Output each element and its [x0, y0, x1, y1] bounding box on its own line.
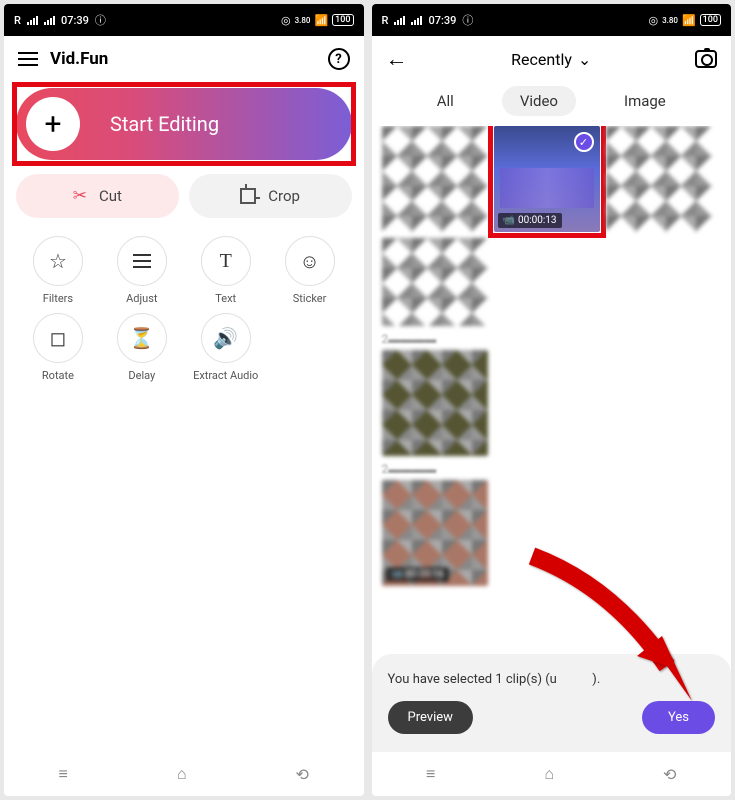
rotate-icon: ◻ — [33, 313, 83, 363]
video-thumb[interactable] — [382, 238, 488, 326]
plus-icon: + — [26, 97, 80, 151]
camera-icon[interactable] — [695, 50, 717, 68]
text-icon: T — [201, 236, 251, 286]
status-bar: R 07:39 ⓘ ◎3.80📶 100 — [372, 4, 732, 36]
smile-icon: ☺ — [285, 236, 335, 286]
speaker-icon: 🔊 — [201, 313, 251, 363]
text-tool[interactable]: T Text — [186, 236, 266, 305]
extract-audio-tool[interactable]: 🔊 Extract Audio — [186, 313, 266, 382]
rotate-tool[interactable]: ◻ Rotate — [18, 313, 98, 382]
yes-button[interactable]: Yes — [642, 701, 715, 734]
cut-button[interactable]: ✂ Cut — [16, 174, 179, 218]
star-icon: ☆ — [33, 236, 83, 286]
status-time: 07:39 — [61, 14, 89, 27]
selection-sheet: You have selected 1 clip(s) (u ). Previe… — [372, 654, 732, 752]
phone-left: R 07:39 ⓘ ◎3.80📶 100 Vid.Fun ? + Start E… — [4, 4, 364, 796]
crop-icon — [240, 188, 256, 204]
filters-tool[interactable]: ☆ Filters — [18, 236, 98, 305]
preview-button[interactable]: Preview — [388, 701, 473, 734]
video-thumb[interactable] — [382, 350, 488, 456]
chevron-down-icon: ⌄ — [578, 50, 591, 69]
crop-label: Crop — [268, 187, 300, 205]
scissor-icon: ✂ — [73, 186, 87, 206]
tool-grid: ☆ Filters Adjust T Text ☺ Sticker ◻ Rota… — [4, 218, 364, 400]
android-nav: ≡ ⌂ ⟲ — [372, 752, 732, 796]
phone-right: R 07:39 ⓘ ◎3.80📶 100 ← Recently ⌄ All Vi… — [372, 4, 732, 796]
back-arrow-icon[interactable]: ← — [386, 46, 408, 72]
date-label: 2▬▬▬▬ — [382, 462, 722, 476]
app-title: Vid.Fun — [50, 49, 316, 69]
cut-label: Cut — [99, 187, 122, 205]
sticker-tool[interactable]: ☺ Sticker — [270, 236, 350, 305]
tab-video[interactable]: Video — [502, 86, 576, 116]
tab-image[interactable]: Image — [606, 86, 684, 116]
quick-actions: ✂ Cut Crop — [4, 174, 364, 218]
crop-button[interactable]: Crop — [189, 174, 352, 218]
help-icon[interactable]: ? — [328, 48, 350, 70]
adjust-tool[interactable]: Adjust — [102, 236, 182, 305]
back-icon[interactable]: ⟲ — [296, 765, 309, 784]
folder-label: Recently — [511, 50, 572, 69]
recent-icon[interactable]: ≡ — [426, 764, 435, 784]
adjust-icon — [117, 236, 167, 286]
status-bar: R 07:39 ⓘ ◎3.80📶 100 — [4, 4, 364, 36]
android-nav: ≡ ⌂ ⟲ — [4, 752, 364, 796]
start-editing-label: Start Editing — [110, 112, 219, 136]
home-icon[interactable]: ⌂ — [544, 764, 554, 784]
battery-icon: 100 — [332, 14, 353, 26]
video-thumb[interactable] — [606, 126, 712, 232]
start-editing-wrapper: + Start Editing — [16, 88, 352, 160]
check-icon: ✓ — [574, 132, 594, 152]
media-tabs: All Video Image — [372, 82, 732, 126]
menu-icon[interactable] — [18, 52, 38, 66]
hourglass-icon: ⏳ — [117, 313, 167, 363]
video-thumb-selected[interactable]: ✓ 📹 00:00:13 — [494, 126, 600, 232]
video-thumb[interactable]: 📹 00:00:16 — [382, 480, 488, 586]
duration-badge: 📹 00:00:13 — [498, 213, 562, 228]
back-icon[interactable]: ⟲ — [663, 765, 676, 784]
delay-tool[interactable]: ⏳ Delay — [102, 313, 182, 382]
picker-header: ← Recently ⌄ — [372, 36, 732, 82]
app-header: Vid.Fun ? — [4, 36, 364, 82]
tab-all[interactable]: All — [419, 86, 472, 116]
start-editing-button[interactable]: + Start Editing — [16, 88, 352, 160]
recent-icon[interactable]: ≡ — [59, 764, 68, 784]
home-icon[interactable]: ⌂ — [177, 764, 187, 784]
date-label: 2▬▬▬▬ — [382, 332, 722, 346]
folder-selector[interactable]: Recently ⌄ — [408, 50, 696, 69]
video-thumb[interactable] — [382, 126, 488, 232]
selection-text: You have selected 1 clip(s) (u ). — [388, 672, 716, 687]
